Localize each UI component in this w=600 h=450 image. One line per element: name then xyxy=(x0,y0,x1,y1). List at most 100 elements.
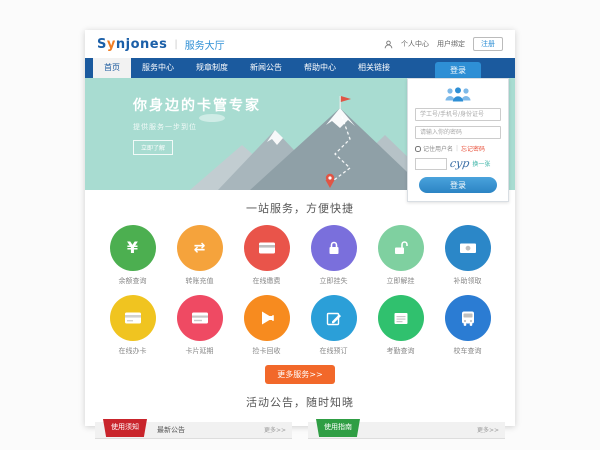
services-title: 一站服务，方便快捷 xyxy=(85,200,515,216)
service-label: 校车查询 xyxy=(434,346,501,356)
service-label: 在线预订 xyxy=(300,346,367,356)
service-card-extension[interactable]: 卡片延期 xyxy=(166,295,233,356)
user-guide-tab[interactable]: 使用指南 xyxy=(316,419,360,437)
nav-item-regulations[interactable]: 规章制度 xyxy=(185,58,239,78)
service-circle xyxy=(110,295,156,341)
hero-learn-more-button[interactable]: 立即了解 xyxy=(133,140,173,155)
announcements-section: 活动公告，随时知晓 使用须知 最新公告 更多>> 使用指南 更多>> xyxy=(85,394,515,439)
header-actions: 个人中心 用户绑定 注册 xyxy=(384,37,503,51)
service-balance[interactable]: ¥ 余额查询 xyxy=(99,225,166,286)
service-label: 补助领取 xyxy=(434,276,501,286)
attendance-icon xyxy=(391,308,411,328)
service-circle xyxy=(177,295,223,341)
logo-text: S xyxy=(97,37,107,52)
new-card-icon xyxy=(123,308,143,328)
service-online-booking[interactable]: 在线预订 xyxy=(300,295,367,356)
service-circle xyxy=(244,225,290,271)
forgot-password-link[interactable]: 忘记密码 xyxy=(461,144,485,153)
service-unlock-card[interactable]: 立即解挂 xyxy=(367,225,434,286)
announcement-panel-right: 使用指南 更多>> xyxy=(308,422,505,439)
remember-label: 记住用户名 xyxy=(423,144,453,153)
logo-accent: y xyxy=(107,37,116,52)
service-apply-card[interactable]: 在线办卡 xyxy=(99,295,166,356)
separator: | xyxy=(456,145,458,152)
nav-item-links[interactable]: 相关链接 xyxy=(347,58,401,78)
login-tab[interactable]: 登录 xyxy=(435,62,481,78)
users-icon xyxy=(441,86,475,103)
person-icon xyxy=(384,40,393,49)
header-divider: | xyxy=(174,39,177,50)
captcha-refresh-link[interactable]: 换一张 xyxy=(472,159,490,168)
unlock-icon xyxy=(391,238,411,258)
nav-item-news[interactable]: 新闻公告 xyxy=(239,58,293,78)
service-transfer[interactable]: ⇄ 转账充值 xyxy=(166,225,233,286)
service-label: 立即解挂 xyxy=(367,276,434,286)
services-grid: ¥ 余额查询 ⇄ 转账充值 在线缴费 立即挂失 xyxy=(99,225,501,356)
hero-copy: 你身边的卡管专家 提供服务一步到位 立即了解 xyxy=(133,95,261,155)
service-label: 捡卡回收 xyxy=(233,346,300,356)
nav-item-help-center[interactable]: 帮助中心 xyxy=(293,58,347,78)
captcha-row: cyp 换一张 xyxy=(415,157,501,170)
hero-banner: 你身边的卡管专家 提供服务一步到位 立即了解 xyxy=(85,78,515,190)
megaphone-icon xyxy=(257,308,277,328)
announcement-panel-left: 使用须知 最新公告 更多>> xyxy=(95,422,292,439)
announcements-title: 活动公告，随时知晓 xyxy=(85,394,515,410)
service-attendance[interactable]: 考勤查询 xyxy=(367,295,434,356)
webpage: Synjones | 服务大厅 个人中心 用户绑定 注册 首页 服务中心 规章制… xyxy=(85,30,515,426)
services-section: 一站服务，方便快捷 ¥ 余额查询 ⇄ 转账充值 在线缴费 xyxy=(85,190,515,384)
nav-item-service-center[interactable]: 服务中心 xyxy=(131,58,185,78)
personal-center-link[interactable]: 个人中心 xyxy=(401,39,429,49)
more-link-right[interactable]: 更多>> xyxy=(477,422,499,439)
service-label: 考勤查询 xyxy=(367,346,434,356)
service-subsidy[interactable]: 补助领取 xyxy=(434,225,501,286)
hero-title: 你身边的卡管专家 xyxy=(133,95,261,115)
edit-icon xyxy=(324,308,344,328)
service-label: 在线办卡 xyxy=(99,346,166,356)
service-circle: ¥ xyxy=(110,225,156,271)
banknote-icon xyxy=(458,238,478,258)
service-label: 在线缴费 xyxy=(233,276,300,286)
service-report-loss[interactable]: 立即挂失 xyxy=(300,225,367,286)
yuan-icon: ¥ xyxy=(127,240,138,256)
service-circle xyxy=(445,225,491,271)
service-circle xyxy=(378,225,424,271)
remember-checkbox[interactable] xyxy=(415,146,421,152)
more-link-left[interactable]: 更多>> xyxy=(264,422,286,439)
service-label: 转账充值 xyxy=(166,276,233,286)
latest-announcements-tab[interactable]: 最新公告 xyxy=(157,422,185,439)
logo[interactable]: Synjones xyxy=(97,37,167,52)
service-card-recovery[interactable]: 捡卡回收 xyxy=(233,295,300,356)
user-binding-link[interactable]: 用户绑定 xyxy=(437,39,465,49)
remember-row: 记住用户名 | 忘记密码 xyxy=(415,144,501,153)
nav-item-home[interactable]: 首页 xyxy=(93,58,131,78)
hero-subtitle: 提供服务一步到位 xyxy=(133,122,261,132)
logo-text-suffix: njones xyxy=(116,37,167,52)
service-circle xyxy=(445,295,491,341)
register-button[interactable]: 注册 xyxy=(473,37,503,51)
site-header: Synjones | 服务大厅 个人中心 用户绑定 注册 xyxy=(85,30,515,58)
service-label: 余额查询 xyxy=(99,276,166,286)
site-name: 服务大厅 xyxy=(185,37,225,52)
service-circle xyxy=(378,295,424,341)
service-circle: ⇄ xyxy=(177,225,223,271)
renew-card-icon xyxy=(190,308,210,328)
service-label: 立即挂失 xyxy=(300,276,367,286)
lock-icon xyxy=(324,238,344,258)
login-submit-button[interactable]: 登录 xyxy=(419,177,497,193)
service-school-bus[interactable]: 校车查询 xyxy=(434,295,501,356)
password-input[interactable] xyxy=(415,126,501,139)
service-online-payment[interactable]: 在线缴费 xyxy=(233,225,300,286)
login-panel: 登录 记住用户名 | 忘记密码 xyxy=(407,62,509,202)
bank-card-icon xyxy=(257,238,277,258)
bus-icon xyxy=(458,308,478,328)
username-input[interactable] xyxy=(415,108,501,121)
captcha-input[interactable] xyxy=(415,158,447,170)
more-services-button[interactable]: 更多服务>> xyxy=(265,365,334,384)
captcha-image[interactable]: cyp xyxy=(449,157,470,170)
login-box: 记住用户名 | 忘记密码 cyp 换一张 登录 xyxy=(407,78,509,202)
service-circle xyxy=(311,295,357,341)
service-label: 卡片延期 xyxy=(166,346,233,356)
screenshot-canvas: Synjones | 服务大厅 个人中心 用户绑定 注册 首页 服务中心 规章制… xyxy=(0,0,600,450)
service-circle xyxy=(311,225,357,271)
usage-notice-tab[interactable]: 使用须知 xyxy=(103,419,147,437)
